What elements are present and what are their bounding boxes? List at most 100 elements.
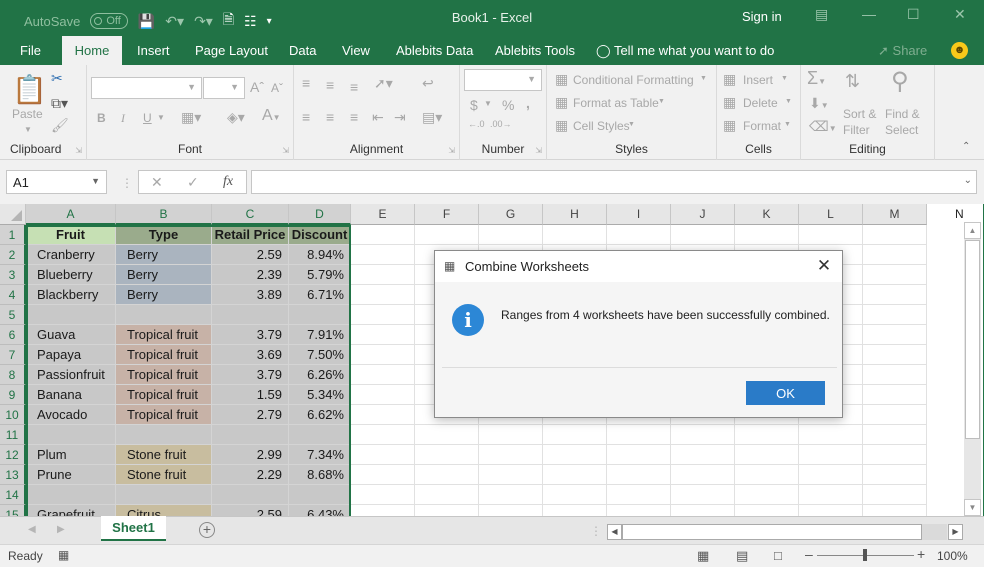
table-cell-price[interactable]: 2.99: [212, 445, 289, 465]
column-header-L[interactable]: L: [799, 204, 863, 225]
enter-icon[interactable]: ✓: [187, 174, 199, 191]
table-cell-discount[interactable]: 8.68%: [289, 465, 351, 485]
prev-sheet-icon[interactable]: ◀: [28, 524, 36, 535]
table-cell-type[interactable]: Citrus: [116, 505, 212, 516]
table-cell-fruit[interactable]: [26, 305, 116, 325]
row-header[interactable]: 11: [0, 425, 26, 445]
scroll-down-icon[interactable]: ▼: [964, 499, 981, 516]
header-cell[interactable]: Discount: [289, 225, 351, 245]
underline-button[interactable]: U: [143, 111, 152, 125]
empty-cell[interactable]: [863, 385, 927, 405]
zoom-in-icon[interactable]: +: [917, 546, 925, 562]
paste-button[interactable]: Paste: [12, 107, 43, 121]
find-select-button[interactable]: Find &: [885, 107, 920, 121]
table-cell-type[interactable]: [116, 485, 212, 505]
next-sheet-icon[interactable]: ▶: [57, 524, 65, 535]
table-cell-discount[interactable]: [289, 305, 351, 325]
empty-cell[interactable]: [671, 225, 735, 245]
table-cell-price[interactable]: [212, 305, 289, 325]
clipboard-launcher-icon[interactable]: ⇲: [75, 146, 82, 155]
zoom-thumb[interactable]: [863, 549, 867, 561]
empty-cell[interactable]: [863, 265, 927, 285]
bold-button[interactable]: B: [97, 111, 106, 125]
save-icon[interactable]: 💾: [138, 13, 155, 30]
empty-cell[interactable]: [351, 405, 415, 425]
table-cell-type[interactable]: Tropical fruit: [116, 405, 212, 425]
fill-color-icon[interactable]: ◈▾: [227, 109, 245, 126]
table-cell-type[interactable]: Berry: [116, 285, 212, 305]
empty-cell[interactable]: [863, 405, 927, 425]
align-right-icon[interactable]: ≡: [350, 109, 358, 125]
paste-dropdown-icon[interactable]: ▼: [24, 125, 32, 134]
bottom-align-icon[interactable]: ≡: [350, 79, 358, 95]
empty-cell[interactable]: [479, 225, 543, 245]
column-header-C[interactable]: C: [212, 204, 289, 225]
wrap-text-icon[interactable]: ↩: [422, 75, 434, 92]
empty-cell[interactable]: [351, 325, 415, 345]
empty-cell[interactable]: [351, 445, 415, 465]
page-break-preview-icon[interactable]: □: [774, 548, 782, 563]
empty-cell[interactable]: [351, 385, 415, 405]
autosum-icon[interactable]: Σ▼: [807, 68, 826, 89]
middle-align-icon[interactable]: ≡: [326, 77, 334, 93]
cut-icon[interactable]: ✂: [51, 70, 63, 87]
top-align-icon[interactable]: ≡: [302, 75, 310, 91]
undo-icon[interactable]: ↶▾: [165, 13, 184, 30]
empty-cell[interactable]: [607, 425, 671, 445]
column-header-G[interactable]: G: [479, 204, 543, 225]
table-cell-discount[interactable]: 5.79%: [289, 265, 351, 285]
table-cell-type[interactable]: Tropical fruit: [116, 345, 212, 365]
empty-cell[interactable]: [799, 505, 863, 516]
table-cell-price[interactable]: 2.59: [212, 245, 289, 265]
column-header-M[interactable]: M: [863, 204, 927, 225]
table-cell-type[interactable]: Tropical fruit: [116, 385, 212, 405]
row-header[interactable]: 3: [0, 265, 26, 285]
decrease-decimal-icon[interactable]: .00→: [490, 119, 512, 129]
empty-cell[interactable]: [543, 425, 607, 445]
number-launcher-icon[interactable]: ⇲: [535, 146, 542, 155]
tab-ablebits-tools[interactable]: Ablebits Tools: [483, 36, 587, 65]
empty-cell[interactable]: [863, 305, 927, 325]
insert-function-icon[interactable]: fx: [223, 174, 233, 190]
empty-cell[interactable]: [607, 225, 671, 245]
horizontal-scrollbar[interactable]: ◀ ▶: [607, 524, 964, 540]
vertical-scroll-thumb[interactable]: [965, 240, 980, 439]
align-left-icon[interactable]: ≡: [302, 109, 310, 125]
table-cell-fruit[interactable]: Guava: [26, 325, 116, 345]
empty-cell[interactable]: [671, 445, 735, 465]
feedback-smiley-icon[interactable]: ☻: [951, 42, 968, 59]
row-header[interactable]: 1: [0, 225, 26, 245]
empty-cell[interactable]: [863, 445, 927, 465]
empty-cell[interactable]: [543, 485, 607, 505]
sort-filter-button[interactable]: Sort &: [843, 107, 876, 121]
empty-cell[interactable]: [799, 445, 863, 465]
row-header[interactable]: 4: [0, 285, 26, 305]
table-cell-discount[interactable]: 7.50%: [289, 345, 351, 365]
tab-view[interactable]: View: [330, 36, 382, 65]
scroll-right-icon[interactable]: ▶: [948, 524, 963, 540]
column-header-F[interactable]: F: [415, 204, 479, 225]
table-cell-fruit[interactable]: Blackberry: [26, 285, 116, 305]
tab-splitter[interactable]: ⋮: [590, 524, 602, 538]
font-size-select[interactable]: ▼: [203, 77, 245, 99]
empty-cell[interactable]: [479, 485, 543, 505]
tab-insert[interactable]: Insert: [125, 36, 182, 65]
table-cell-discount[interactable]: 7.34%: [289, 445, 351, 465]
empty-cell[interactable]: [543, 225, 607, 245]
close-window-icon[interactable]: ✕: [954, 6, 966, 23]
horizontal-scroll-track[interactable]: [922, 524, 947, 540]
tab-file[interactable]: File: [8, 36, 53, 65]
row-header[interactable]: 14: [0, 485, 26, 505]
table-cell-type[interactable]: Tropical fruit: [116, 325, 212, 345]
table-cell-type[interactable]: Tropical fruit: [116, 365, 212, 385]
empty-cell[interactable]: [351, 305, 415, 325]
table-cell-price[interactable]: 1.59: [212, 385, 289, 405]
row-header[interactable]: 12: [0, 445, 26, 465]
ok-button[interactable]: OK: [746, 381, 825, 405]
empty-cell[interactable]: [351, 365, 415, 385]
table-cell-fruit[interactable]: Avocado: [26, 405, 116, 425]
page-layout-view-icon[interactable]: ▤: [736, 548, 748, 564]
table-cell-price[interactable]: 3.69: [212, 345, 289, 365]
scroll-left-icon[interactable]: ◀: [607, 524, 622, 540]
empty-cell[interactable]: [351, 265, 415, 285]
